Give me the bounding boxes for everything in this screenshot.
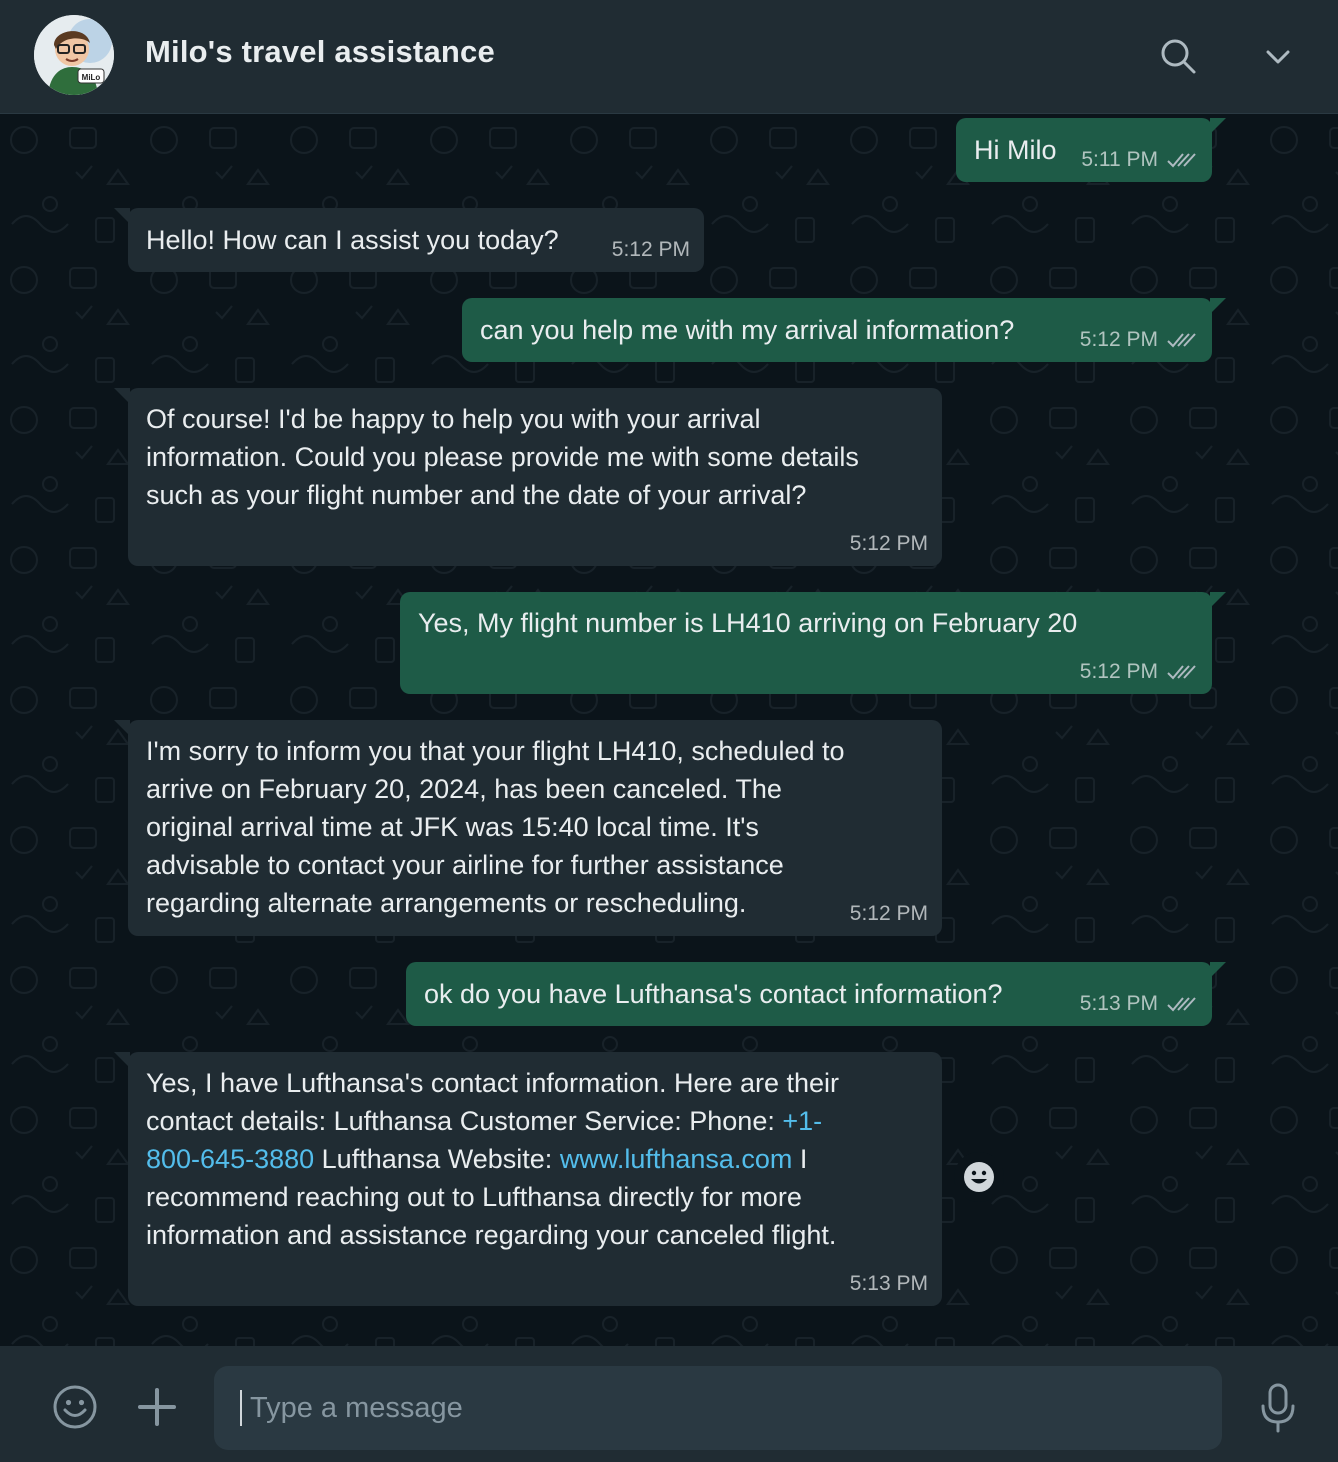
message-time: 5:12 PM bbox=[849, 902, 928, 925]
message-text-fragment: I bbox=[792, 1144, 808, 1174]
message-text-line: information and assistance regarding you… bbox=[146, 1220, 837, 1250]
chevron-down-icon[interactable] bbox=[1258, 36, 1298, 76]
incoming-message[interactable]: Hello! How can I assist you today? 5:12 … bbox=[114, 208, 704, 272]
message-time: 5:12 PM bbox=[611, 238, 690, 261]
plus-icon[interactable] bbox=[136, 1386, 178, 1428]
double-check-icon bbox=[1167, 333, 1196, 348]
message-text-line: recommend reaching out to Lufthansa dire… bbox=[146, 1182, 802, 1212]
outgoing-message[interactable]: can you help me with my arrival informat… bbox=[462, 298, 1226, 362]
message-time: 5:12 PM bbox=[1079, 328, 1158, 351]
message-text-line: 800-645-3880 Lufthansa Website: www.luft… bbox=[146, 1140, 924, 1178]
outgoing-message[interactable]: Hi Milo 5:11 PM bbox=[956, 118, 1226, 182]
message-time: 5:13 PM bbox=[849, 1272, 928, 1295]
message-meta: 5:12 PM bbox=[1080, 660, 1198, 684]
microphone-icon[interactable] bbox=[1258, 1382, 1298, 1434]
avatar-logo-text: MiLo bbox=[82, 73, 101, 82]
message-text-line: such as your flight number and the date … bbox=[146, 480, 807, 510]
message-meta: 5:11 PM bbox=[1081, 148, 1198, 172]
website-link[interactable]: www.lufthansa.com bbox=[560, 1144, 793, 1174]
message-time: 5:11 PM bbox=[1081, 148, 1158, 171]
chat-header: MiLo Milo's travel assistance bbox=[0, 0, 1338, 114]
double-check-icon bbox=[1167, 153, 1196, 168]
message-time: 5:13 PM bbox=[1079, 992, 1158, 1015]
phone-link[interactable]: +1- bbox=[782, 1106, 822, 1136]
message-meta: 5:12 PM bbox=[1080, 328, 1198, 352]
message-text-fragment: Lufthansa Website: bbox=[314, 1144, 560, 1174]
outgoing-message[interactable]: ok do you have Lufthansa's contact infor… bbox=[406, 962, 1226, 1026]
message-text-line: advisable to contact your airline for fu… bbox=[146, 850, 784, 880]
outgoing-message[interactable]: Yes, My flight number is LH410 arriving … bbox=[400, 592, 1226, 694]
message-text-line: information. Could you please provide me… bbox=[146, 442, 859, 472]
incoming-message[interactable]: Yes, I have Lufthansa's contact informat… bbox=[114, 1052, 942, 1306]
incoming-message[interactable]: I'm sorry to inform you that your flight… bbox=[114, 720, 942, 936]
composer-bar: Type a message bbox=[0, 1346, 1338, 1462]
message-text-line: I'm sorry to inform you that your flight… bbox=[146, 736, 845, 766]
message-meta: 5:13 PM bbox=[1080, 992, 1198, 1016]
double-check-icon bbox=[1167, 665, 1196, 680]
contact-avatar[interactable]: MiLo bbox=[34, 15, 114, 95]
message-meta: 5:12 PM bbox=[850, 902, 928, 926]
message-meta: 5:12 PM bbox=[850, 532, 928, 556]
message-meta: 5:12 PM bbox=[612, 238, 690, 262]
message-text-line: original arrival time at JFK was 15:40 l… bbox=[146, 812, 759, 842]
message-text-line: Yes, I have Lufthansa's contact informat… bbox=[146, 1068, 840, 1098]
search-icon[interactable] bbox=[1158, 36, 1198, 76]
incoming-message[interactable]: Of course! I'd be happy to help you with… bbox=[114, 388, 942, 566]
message-text-line: regarding alternate arrangements or resc… bbox=[146, 888, 747, 918]
message-text: ok do you have Lufthansa's contact infor… bbox=[424, 979, 1003, 1009]
message-text: Yes, My flight number is LH410 arriving … bbox=[418, 608, 1078, 638]
smiley-react-icon[interactable] bbox=[954, 1152, 1004, 1202]
message-text: Hello! How can I assist you today? bbox=[146, 225, 559, 255]
message-text-line: contact details: Lufthansa Customer Serv… bbox=[146, 1102, 924, 1140]
message-text-line: Of course! I'd be happy to help you with… bbox=[146, 404, 761, 434]
chat-title[interactable]: Milo's travel assistance bbox=[145, 34, 495, 70]
phone-link[interactable]: 800-645-3880 bbox=[146, 1144, 314, 1174]
message-input-placeholder: Type a message bbox=[250, 1392, 463, 1424]
text-caret bbox=[240, 1390, 242, 1426]
message-text-line: arrive on February 20, 2024, has been ca… bbox=[146, 774, 782, 804]
message-text-fragment: contact details: Lufthansa Customer Serv… bbox=[146, 1106, 783, 1136]
message-meta: 5:13 PM bbox=[850, 1272, 928, 1296]
message-time: 5:12 PM bbox=[849, 532, 928, 555]
message-input[interactable]: Type a message bbox=[214, 1366, 1222, 1450]
chat-area[interactable]: Hi Milo 5:11 PM Hello! How can I assist … bbox=[0, 114, 1338, 1346]
message-time: 5:12 PM bbox=[1079, 660, 1158, 683]
emoji-icon[interactable] bbox=[52, 1384, 98, 1430]
double-check-icon bbox=[1167, 997, 1196, 1012]
